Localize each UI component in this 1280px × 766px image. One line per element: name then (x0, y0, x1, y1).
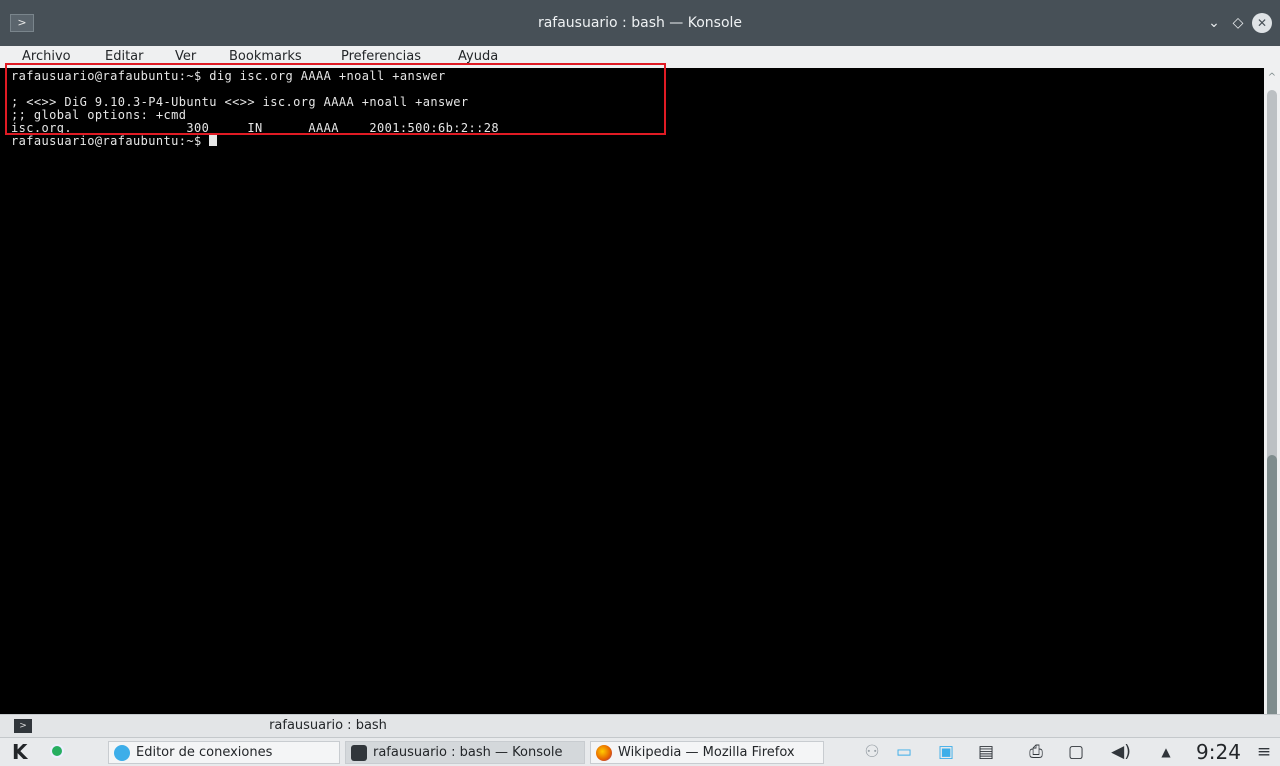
tab-bash[interactable]: rafausuario : bash (8, 715, 648, 737)
terminal-line-prompt: rafausuario@rafaubuntu:~$ (11, 134, 218, 148)
printer-icon[interactable]: ⎙ (1026, 742, 1046, 762)
user-icon[interactable]: ⚇ (862, 742, 882, 762)
status-indicator-icon[interactable] (50, 744, 64, 758)
network-icon[interactable]: ▣ (936, 742, 956, 762)
task-label: Editor de conexiones (136, 745, 273, 760)
menu-ayuda[interactable]: Ayuda (458, 46, 498, 68)
menu-ver[interactable]: Ver (175, 46, 196, 68)
minimize-button[interactable]: ⌄ (1204, 13, 1224, 33)
task-label: rafausuario : bash — Konsole (373, 745, 563, 760)
firefox-icon (596, 745, 612, 761)
tab-bash-label: rafausuario : bash (269, 718, 387, 733)
system-taskbar: K Editor de conexiones rafausuario : bas… (0, 737, 1280, 766)
task-editor-de-conexiones[interactable]: Editor de conexiones (108, 741, 340, 764)
task-konsole[interactable]: rafausuario : bash — Konsole (345, 741, 585, 764)
task-firefox[interactable]: Wikipedia — Mozilla Firefox (590, 741, 824, 764)
menubar: Archivo Editar Ver Bookmarks Preferencia… (0, 46, 1280, 68)
terminal-line-command: rafausuario@rafaubuntu:~$ dig isc.org AA… (11, 69, 446, 83)
window-titlebar: > rafausuario : bash — Konsole ⌄ ◇ ✕ (0, 0, 1280, 46)
expand-tray-icon[interactable]: ▲ (1156, 742, 1176, 762)
panel-menu-icon[interactable]: ≡ (1254, 742, 1274, 762)
menu-archivo[interactable]: Archivo (22, 46, 71, 68)
kde-launcher-icon[interactable]: K (12, 740, 28, 764)
task-label: Wikipedia — Mozilla Firefox (618, 745, 795, 760)
prompt-text: rafausuario@rafaubuntu:~$ (11, 134, 210, 148)
konsole-task-icon (351, 745, 367, 761)
volume-icon[interactable]: ◀) (1106, 742, 1136, 762)
scroll-up-arrow-icon[interactable]: ^ (1264, 70, 1280, 86)
maximize-button[interactable]: ◇ (1228, 13, 1248, 33)
konsole-tabbar: > rafausuario : bash (0, 714, 1280, 737)
monitor-icon[interactable]: ▭ (894, 742, 914, 762)
terminal-scrollbar[interactable]: ^ ⌄ (1264, 68, 1280, 755)
clipboard-icon[interactable]: ▤ (976, 742, 996, 762)
clock[interactable]: 9:24 (1196, 738, 1241, 766)
window-title: rafausuario : bash — Konsole (537, 15, 743, 31)
terminal-cursor (209, 135, 218, 146)
scroll-down-arrow-icon[interactable]: ⌄ (1264, 696, 1280, 712)
device-icon[interactable]: ▢ (1066, 742, 1086, 762)
menu-editar[interactable]: Editar (105, 46, 144, 68)
network-editor-icon (114, 745, 130, 761)
close-button[interactable]: ✕ (1252, 13, 1272, 33)
menu-bookmarks[interactable]: Bookmarks (229, 46, 302, 68)
menu-preferencias[interactable]: Preferencias (341, 46, 421, 68)
terminal-area[interactable]: rafausuario@rafaubuntu:~$ dig isc.org AA… (8, 68, 1264, 714)
